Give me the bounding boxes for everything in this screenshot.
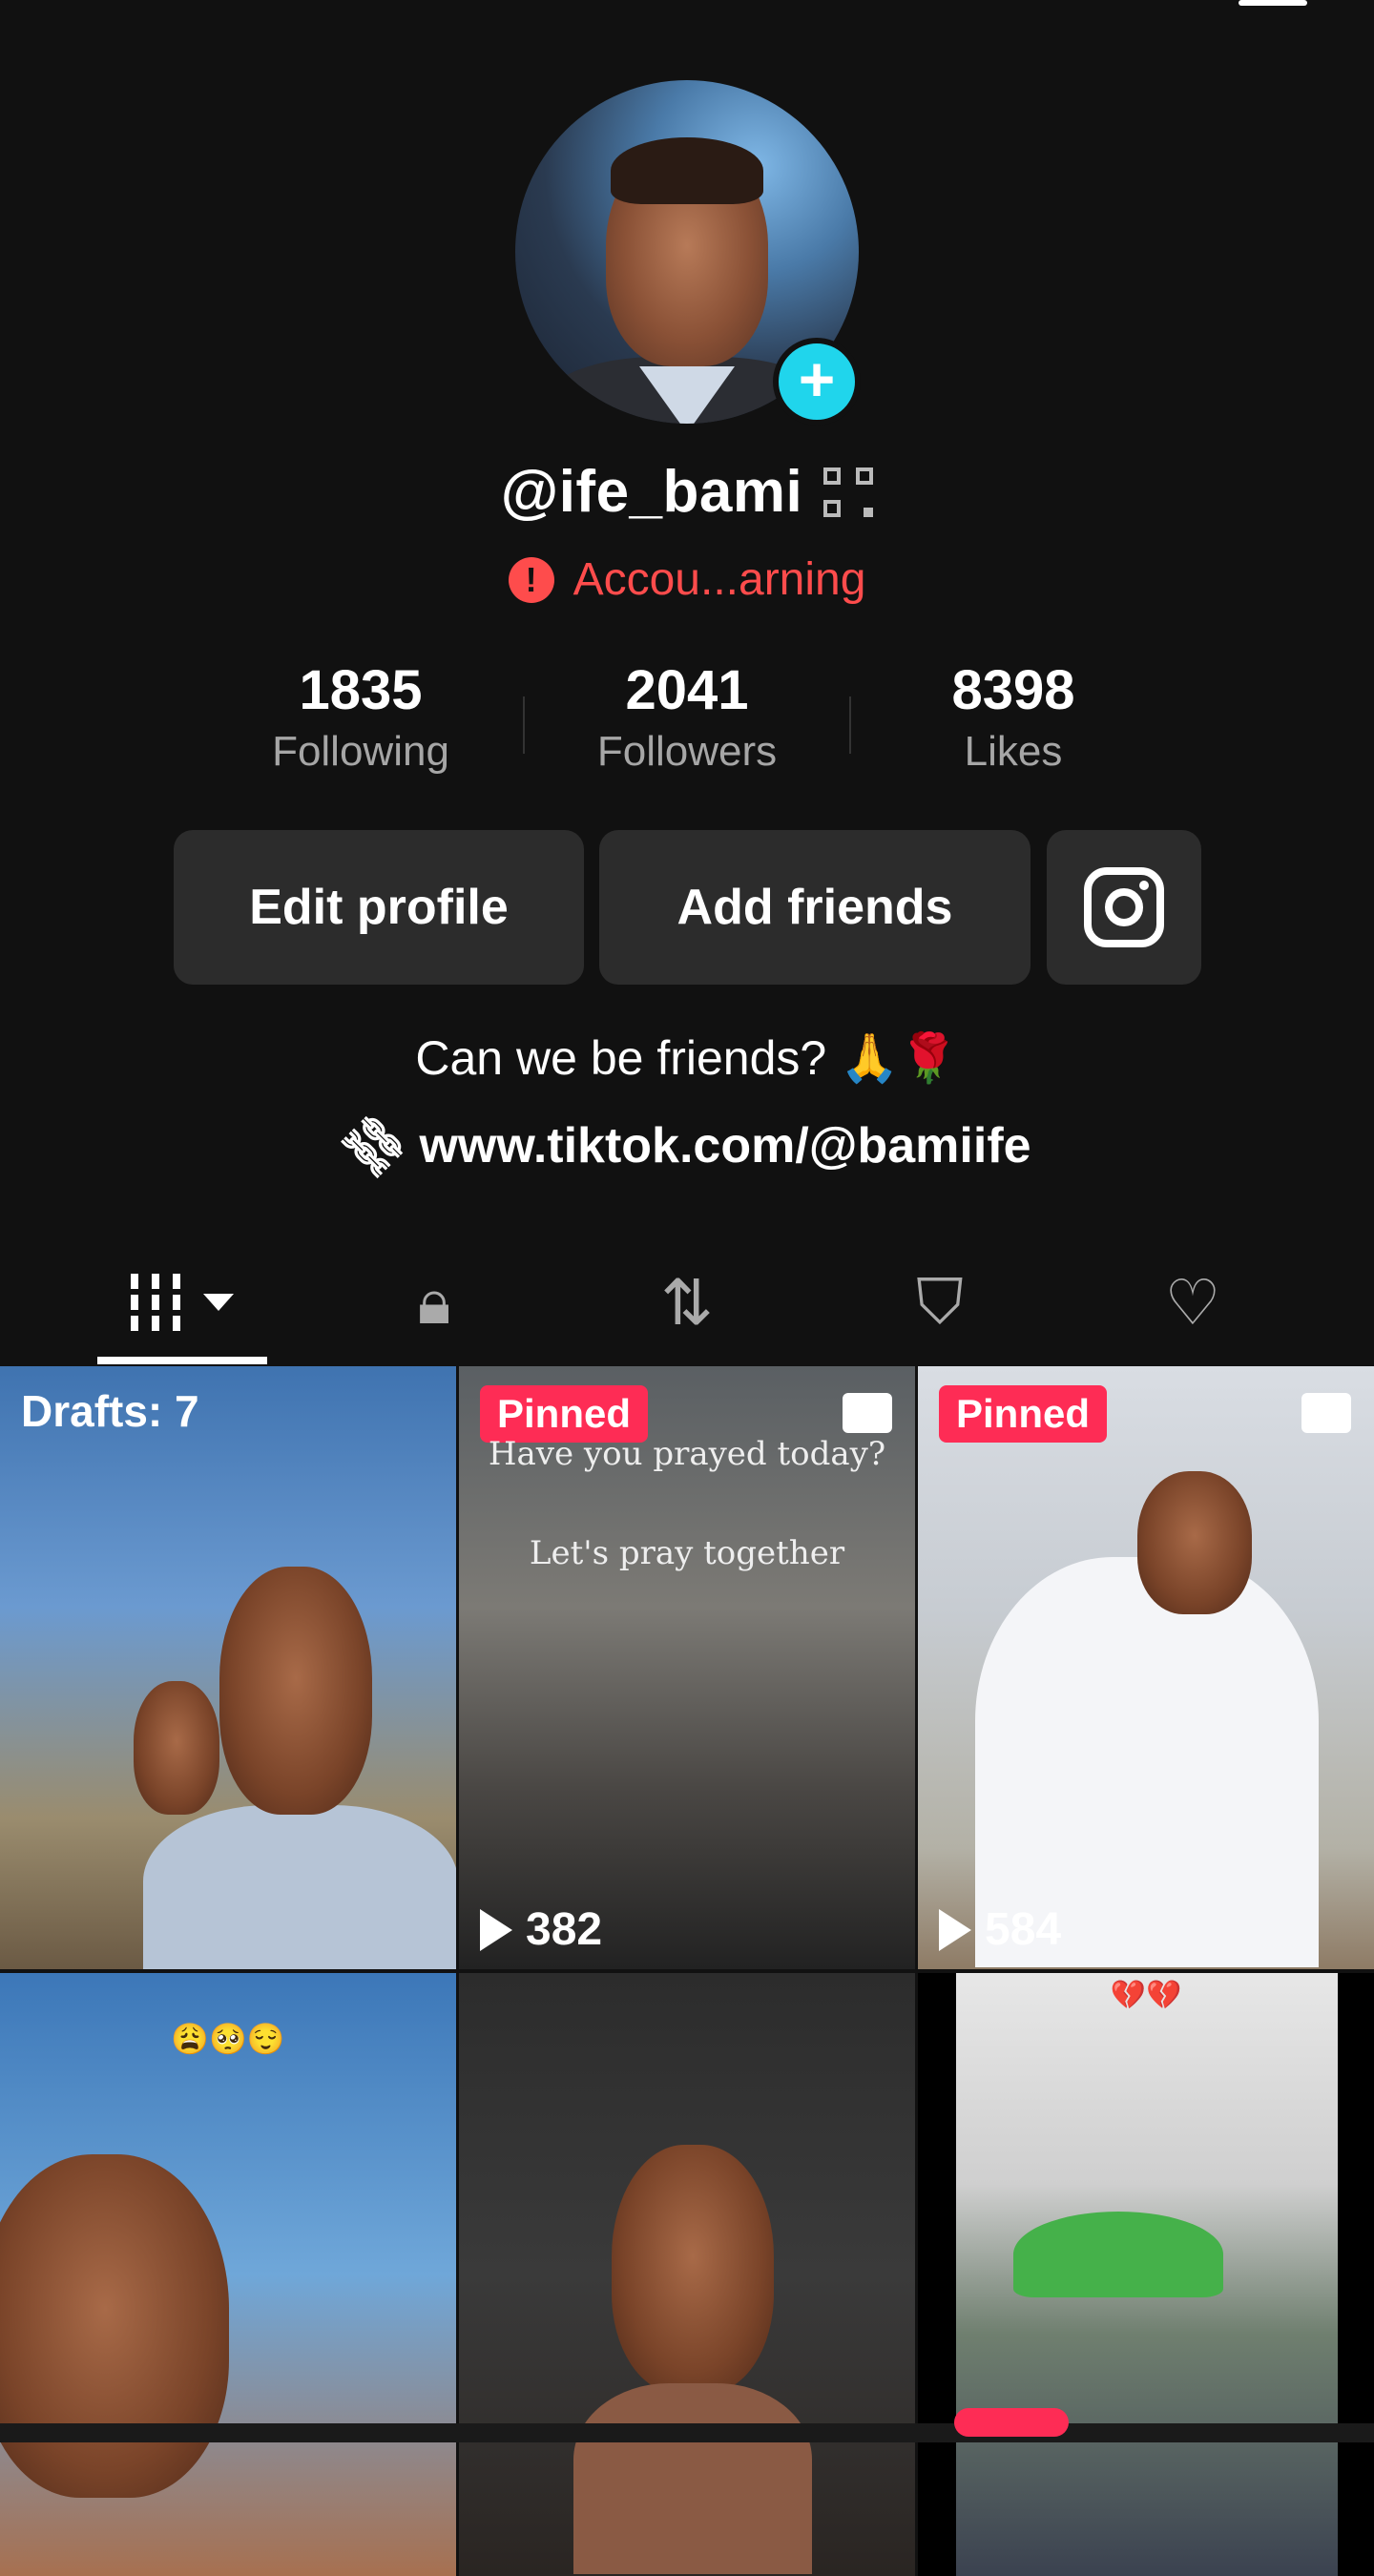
edit-profile-button[interactable]: Edit profile	[174, 830, 584, 985]
stat-label: Followers	[596, 728, 778, 775]
plus-icon: +	[798, 343, 836, 414]
video-tile[interactable]: Pinned Have you prayed today? Let's pray…	[459, 1366, 915, 1969]
video-tile[interactable]	[459, 1973, 915, 2576]
play-icon	[480, 1908, 512, 1951]
tile-shoulders	[573, 2383, 812, 2574]
drafts-label: Drafts: 7	[21, 1386, 199, 1436]
play-icon	[939, 1908, 971, 1951]
profile-avatar[interactable]: +	[515, 80, 861, 426]
tile-person	[0, 2154, 229, 2498]
post-emojis: 💔💔	[1110, 1979, 1182, 2012]
photo-icon	[843, 1393, 892, 1433]
alert-icon: !	[508, 556, 554, 603]
avatar-hair	[611, 137, 763, 204]
link-icon: ⛓	[332, 1104, 417, 1188]
tab-private[interactable]: 🔒︎	[382, 1240, 487, 1364]
add-photo-button[interactable]: +	[773, 338, 861, 426]
liked-hidden-icon: ♡	[1164, 1266, 1221, 1338]
repost-icon: ⇅	[660, 1266, 714, 1338]
pinned-badge: Pinned	[939, 1385, 1108, 1443]
stat-label: Following	[272, 728, 449, 775]
inbox-badge[interactable]	[954, 2408, 1069, 2437]
profile-actions: Edit profile Add friends	[0, 830, 1374, 985]
link-text: www.tiktok.com/@bamiife	[419, 1117, 1031, 1174]
video-tile[interactable]: 😩🥺😌	[0, 1973, 456, 2576]
tile-image	[956, 1973, 1338, 2576]
tile-person	[134, 1681, 219, 1815]
tab-liked[interactable]: ♡	[1140, 1240, 1245, 1364]
content-tabs: 🔒︎ ⇅ ⛉ ♡	[0, 1240, 1374, 1364]
stat-label: Likes	[964, 728, 1063, 775]
hidden-tag-icon: ⛉	[916, 1265, 964, 1337]
menu-icon[interactable]	[1239, 0, 1307, 6]
status-bar	[0, 0, 1374, 19]
view-count-text: 382	[526, 1904, 603, 1955]
view-count: 584	[939, 1903, 1061, 1956]
post-caption: Let's pray together	[529, 1534, 845, 1572]
tile-person	[219, 1567, 372, 1815]
instagram-icon	[1084, 867, 1164, 947]
stat-value: 8398	[951, 659, 1075, 721]
add-friends-button[interactable]: Add friends	[599, 830, 1030, 985]
account-warning[interactable]: ! Accou...arning	[0, 553, 1374, 606]
profile-link[interactable]: ⛓ www.tiktok.com/@bamiife	[0, 1104, 1374, 1188]
pinned-badge: Pinned	[480, 1385, 649, 1443]
qr-code-icon[interactable]	[823, 467, 874, 517]
stat-value: 1835	[299, 659, 423, 721]
warning-text: Accou...arning	[572, 554, 866, 605]
stats-row: 1835 Following 2041 Followers 8398 Likes	[0, 658, 1374, 776]
post-caption: Have you prayed today?	[488, 1435, 886, 1473]
stat-following[interactable]: 1835 Following	[198, 658, 523, 776]
tab-reposts[interactable]: ⇅	[635, 1240, 739, 1364]
tile-person	[1137, 1471, 1252, 1614]
stat-likes[interactable]: 8398 Likes	[851, 658, 1176, 776]
tile-shirt	[143, 1805, 456, 1969]
video-tile[interactable]: Pinned 584	[918, 1366, 1374, 1969]
username: @ife_bami	[500, 459, 803, 525]
umbrella	[1013, 2212, 1223, 2297]
bottom-nav	[0, 2408, 1374, 2442]
bio-text: Can we be friends? 🙏🌹	[415, 1031, 959, 1085]
video-tile-drafts[interactable]: Drafts: 7	[0, 1366, 456, 1969]
post-emojis: 😩🥺😌	[171, 2021, 285, 2057]
active-tab-indicator	[97, 1357, 267, 1364]
stat-followers[interactable]: 2041 Followers	[525, 658, 849, 776]
tab-videos[interactable]	[97, 1240, 267, 1364]
video-tile[interactable]: 💔💔	[918, 1973, 1374, 2576]
tile-person	[612, 2145, 774, 2393]
view-count: 382	[480, 1903, 602, 1956]
tab-tagged[interactable]: ⛉	[887, 1240, 992, 1364]
lock-icon: 🔒︎	[417, 1265, 451, 1337]
videos-grid-icon	[131, 1274, 180, 1331]
instagram-button[interactable]	[1047, 830, 1201, 985]
view-count-text: 584	[985, 1904, 1062, 1955]
photo-icon	[1301, 1393, 1351, 1433]
chevron-down-icon	[203, 1294, 234, 1311]
username-row: @ife_bami	[0, 458, 1374, 526]
stat-value: 2041	[625, 659, 749, 721]
